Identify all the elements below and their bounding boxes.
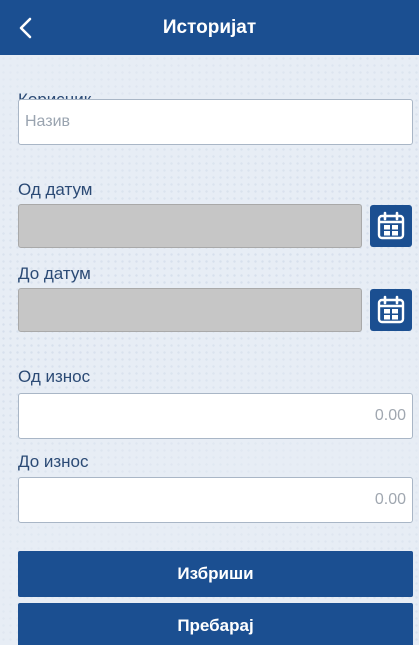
- date-from-calendar-button[interactable]: [370, 205, 412, 247]
- amount-from-label: Од износ: [18, 367, 91, 386]
- amount-from-input[interactable]: [18, 393, 413, 439]
- date-from-field[interactable]: [18, 204, 362, 248]
- user-name-input[interactable]: [18, 99, 413, 145]
- date-to-label: До датум: [18, 264, 91, 283]
- date-to-field[interactable]: [18, 288, 362, 332]
- chevron-left-icon: [19, 17, 32, 39]
- date-from-label: Од датум: [18, 180, 93, 199]
- amount-to-label: До износ: [18, 452, 89, 471]
- calendar-icon: [377, 295, 405, 324]
- date-to-calendar-button[interactable]: [370, 289, 412, 331]
- back-button[interactable]: [10, 12, 42, 44]
- clear-button[interactable]: Избриши: [18, 551, 413, 597]
- app-header: Историјат: [0, 0, 419, 55]
- amount-to-input[interactable]: [18, 477, 413, 523]
- search-button[interactable]: Пребарај: [18, 603, 413, 645]
- calendar-icon: [377, 211, 405, 240]
- page-title: Историјат: [162, 17, 257, 38]
